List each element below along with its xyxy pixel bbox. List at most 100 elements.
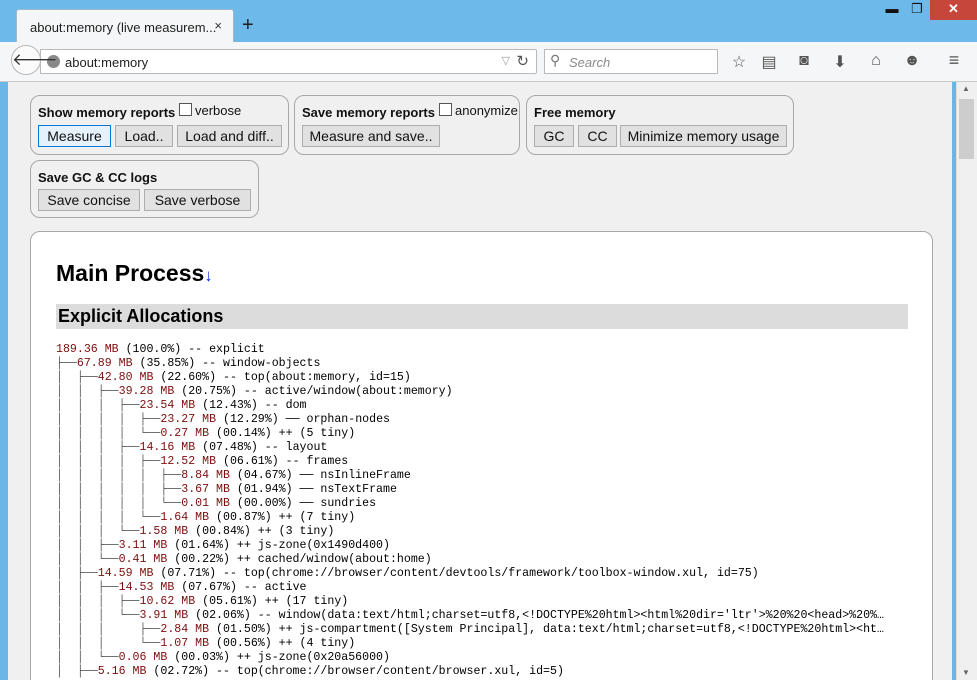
tree-row[interactable]: │ │ └──0.41 MB (00.22%) ++ cached/window… xyxy=(56,553,884,567)
tree-row[interactable]: │ │ │ │ └──0.27 MB (00.14%) ++ (5 tiny) xyxy=(56,427,884,441)
tree-branch: │ │ ├── xyxy=(56,385,119,398)
tree-label: (22.60%) -- top(about:memory, id=15) xyxy=(153,371,411,384)
tree-row[interactable]: │ │ │ │ ├──23.27 MB (12.29%) ── orphan-n… xyxy=(56,413,884,427)
tree-row[interactable]: │ │ │ └──3.91 MB (02.06%) -- window(data… xyxy=(56,609,884,623)
tree-row[interactable]: ├──67.89 MB (35.85%) -- window-objects xyxy=(56,357,884,371)
tree-size: 0.01 MB xyxy=(181,497,230,510)
tree-branch: │ │ │ ├── xyxy=(56,595,140,608)
scroll-down-icon[interactable]: ▼ xyxy=(962,668,970,677)
minimize-button[interactable]: ▬ xyxy=(878,0,906,20)
tree-size: 1.64 MB xyxy=(160,511,210,524)
free-memory-title: Free memory xyxy=(534,105,616,120)
reload-icon[interactable]: ↻ xyxy=(516,52,529,70)
maximize-button[interactable]: ❐ xyxy=(903,0,931,20)
tree-row[interactable]: │ ├──42.80 MB (22.60%) -- top(about:memo… xyxy=(56,371,884,385)
tree-row[interactable]: │ │ │ └──1.07 MB (00.56%) ++ (4 tiny) xyxy=(56,637,884,651)
navigation-toolbar: about:memory ▽ ↻ 🡐 ⚲ Search ☆ ▤ ◙ ⬇ ⌂ ☻ … xyxy=(0,42,977,82)
minimize-memory-button[interactable]: Minimize memory usage xyxy=(620,125,787,147)
tree-row[interactable]: │ │ ├──39.28 MB (20.75%) -- active/windo… xyxy=(56,385,884,399)
measure-and-save-button[interactable]: Measure and save.. xyxy=(302,125,440,147)
tree-branch: │ │ │ │ └── xyxy=(56,511,161,524)
tree-row[interactable]: │ │ │ │ │ ├──3.67 MB (01.94%) ── nsTextF… xyxy=(56,483,884,497)
tree-label: (20.75%) -- active/window(about:memory) xyxy=(174,385,453,398)
tree-row[interactable]: │ │ │ └──1.58 MB (00.84%) ++ (3 tiny) xyxy=(56,525,884,539)
measure-button[interactable]: Measure xyxy=(38,125,111,147)
tree-label: (07.67%) -- active xyxy=(174,581,307,594)
tree-row[interactable]: │ │ │ ├──14.16 MB (07.48%) -- layout xyxy=(56,441,884,455)
checkbox-icon xyxy=(179,103,192,116)
tree-label: (00.00%) ── sundries xyxy=(229,497,377,510)
anonymize-checkbox[interactable]: anonymize xyxy=(439,103,518,118)
tree-size: 10.62 MB xyxy=(139,595,196,608)
save-memory-reports-title: Save memory reports xyxy=(302,105,435,120)
tree-branch: │ │ │ │ │ ├── xyxy=(56,469,182,482)
tree-size: 0.06 MB xyxy=(118,651,168,664)
show-memory-reports-title: Show memory reports xyxy=(38,105,176,120)
tree-row[interactable]: │ │ │ │ │ └──0.01 MB (00.00%) ── sundrie… xyxy=(56,497,884,511)
main-process-panel: Main Process↓ Explicit Allocations 189.3… xyxy=(30,231,933,680)
tree-row[interactable]: │ │ │ │ ├──12.52 MB (06.61%) -- frames xyxy=(56,455,884,469)
load-button[interactable]: Load.. xyxy=(115,125,173,147)
tree-row[interactable]: 189.36 MB (100.0%) -- explicit xyxy=(56,343,884,357)
tree-row[interactable]: │ │ └──0.06 MB (00.03%) ++ js-zone(0x20a… xyxy=(56,651,884,665)
tree-branch: │ │ │ ├── xyxy=(56,623,161,636)
tree-size: 3.11 MB xyxy=(118,539,168,552)
tab-about-memory[interactable]: about:memory (live measurem... × xyxy=(16,9,234,42)
search-input[interactable]: ⚲ Search xyxy=(544,49,718,74)
tree-label: (00.84%) ++ (3 tiny) xyxy=(188,525,335,538)
tree-row[interactable]: │ │ │ ├──2.84 MB (01.50%) ++ js-compartm… xyxy=(56,623,884,637)
vertical-scrollbar[interactable]: ▲ ▼ xyxy=(956,82,977,680)
close-window-button[interactable]: ✕ xyxy=(930,0,977,20)
save-memory-reports-group: Save memory reports anonymize Measure an… xyxy=(294,95,520,155)
url-text[interactable]: about:memory xyxy=(65,55,148,70)
star-icon[interactable]: ☆ xyxy=(728,52,750,72)
back-button[interactable]: 🡐 xyxy=(11,45,58,75)
tree-row[interactable]: │ │ │ ├──23.54 MB (12.43%) -- dom xyxy=(56,399,884,413)
tree-row[interactable]: │ ├──5.16 MB (02.72%) -- top(chrome://br… xyxy=(56,665,884,679)
page-content: Show memory reports verbose Measure Load… xyxy=(8,82,952,680)
tree-row[interactable]: │ │ │ ├──10.62 MB (05.61%) ++ (17 tiny) xyxy=(56,595,884,609)
tree-row[interactable]: │ ├──14.59 MB (07.71%) -- top(chrome://b… xyxy=(56,567,884,581)
tree-row[interactable]: │ │ ├──3.11 MB (01.64%) ++ js-zone(0x149… xyxy=(56,539,884,553)
arrow-left-icon: 🡐 xyxy=(12,50,58,69)
url-dropdown-icon[interactable]: ▽ xyxy=(502,54,510,67)
new-tab-button[interactable]: + xyxy=(242,15,254,35)
tree-label: (00.03%) ++ js-zone(0x20a56000) xyxy=(167,651,390,664)
tree-size: 3.91 MB xyxy=(139,609,189,622)
tree-size: 1.58 MB xyxy=(139,525,189,538)
checkbox-icon xyxy=(439,103,452,116)
tab-close-icon[interactable]: × xyxy=(214,18,222,33)
tree-label: (35.85%) -- window-objects xyxy=(132,357,321,370)
memory-tree: 189.36 MB (100.0%) -- explicit ├──67.89 M… xyxy=(56,343,884,679)
tree-branch: │ ├── xyxy=(56,371,98,384)
save-verbose-button[interactable]: Save verbose xyxy=(144,189,251,211)
save-logs-title: Save GC & CC logs xyxy=(38,170,158,185)
scroll-up-icon[interactable]: ▲ xyxy=(962,84,970,93)
smiley-icon[interactable]: ☻ xyxy=(901,52,923,70)
save-logs-group: Save GC & CC logs Save concise Save verb… xyxy=(30,160,259,218)
menu-icon[interactable]: ≡ xyxy=(943,50,965,71)
scrollbar-thumb[interactable] xyxy=(959,99,974,159)
tree-row[interactable]: │ │ ├──14.53 MB (07.67%) -- active xyxy=(56,581,884,595)
tree-branch: ├── xyxy=(56,357,77,370)
gc-button[interactable]: GC xyxy=(534,125,574,147)
reading-list-icon[interactable]: ▤ xyxy=(758,52,780,72)
home-icon[interactable]: ⌂ xyxy=(865,52,887,70)
tree-label: (100.0%) -- explicit xyxy=(118,343,265,356)
tree-branch: │ │ ├── xyxy=(56,581,119,594)
save-concise-button[interactable]: Save concise xyxy=(38,189,140,211)
cc-button[interactable]: CC xyxy=(578,125,617,147)
url-bar[interactable]: about:memory ▽ ↻ xyxy=(40,49,537,74)
load-and-diff-button[interactable]: Load and diff.. xyxy=(177,125,282,147)
tree-label: (00.22%) ++ cached/window(about:home) xyxy=(167,553,432,566)
download-icon[interactable]: ⬇ xyxy=(829,52,851,72)
tree-row[interactable]: │ │ │ │ │ ├──8.84 MB (04.67%) ── nsInlin… xyxy=(56,469,884,483)
verbose-checkbox[interactable]: verbose xyxy=(179,103,241,118)
tree-label: (07.71%) -- top(chrome://browser/content… xyxy=(153,567,759,580)
tree-size: 23.27 MB xyxy=(160,413,217,426)
tree-label: (01.64%) ++ js-zone(0x1490d400) xyxy=(167,539,390,552)
collapse-arrow-icon[interactable]: ↓ xyxy=(204,266,213,285)
pocket-icon[interactable]: ◙ xyxy=(793,52,815,70)
tree-row[interactable]: │ │ │ │ └──1.64 MB (00.87%) ++ (7 tiny) xyxy=(56,511,884,525)
tab-title: about:memory (live measurem... xyxy=(30,20,217,35)
